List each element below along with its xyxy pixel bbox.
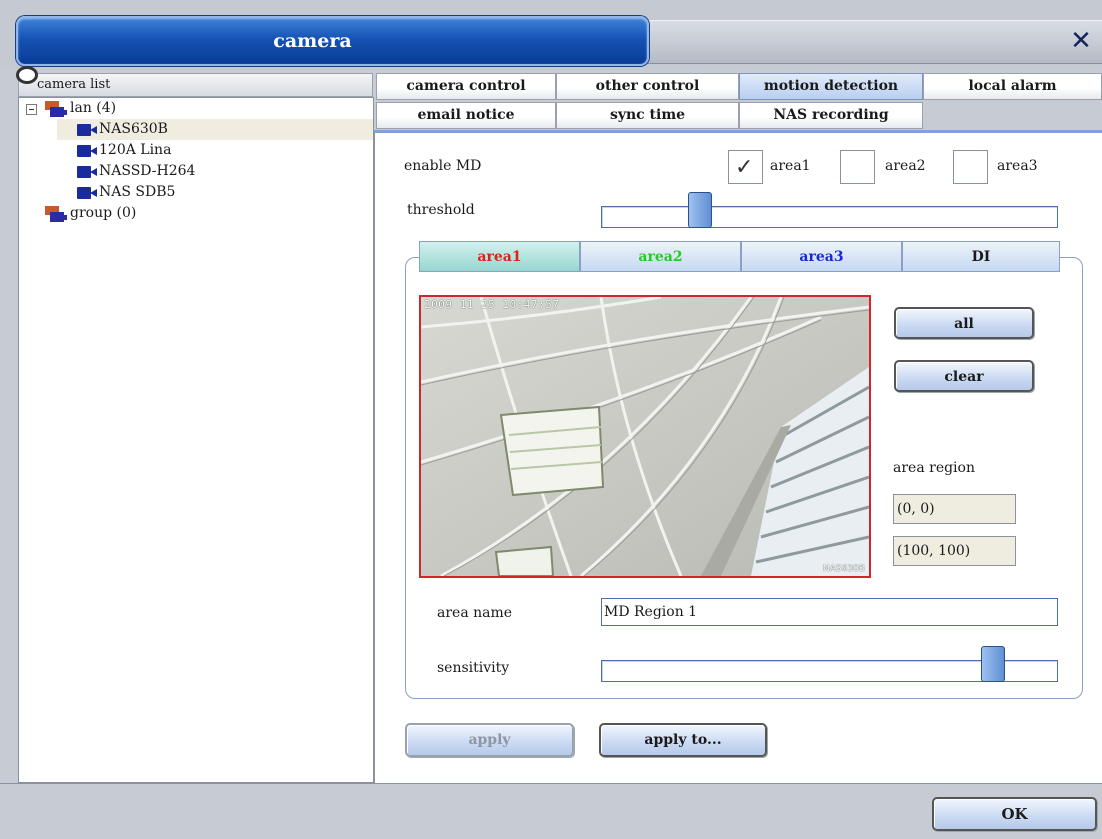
camera-icon [77,124,97,136]
tree-group-label: group (0) [70,205,137,221]
apply-button[interactable]: apply [405,723,574,757]
subtab-area1[interactable]: area1 [419,241,580,272]
area-name-input[interactable]: MD Region 1 [601,598,1058,626]
subtab-label: area1 [477,249,522,265]
subtab-area2[interactable]: area2 [580,241,741,272]
video-timestamp: 2009 11 25 10:47:57 [424,298,560,311]
area1-checkbox-label: area1 [770,158,811,174]
sensitivity-slider-thumb[interactable] [981,646,1005,682]
checkmark-icon: ✓ [735,155,754,180]
tab-email-notice[interactable]: email notice [376,102,556,129]
area2-checkbox[interactable] [840,150,875,184]
tree-item-label: NAS SDB5 [99,184,176,200]
radio-icon [16,66,38,84]
tab-other-control[interactable]: other control [556,73,739,100]
tree-item-label: NASSD-H264 [99,163,196,179]
area-name-label: area name [437,605,513,621]
area2-checkbox-label: area2 [885,158,926,174]
subtab-label: DI [971,249,991,265]
collapse-icon[interactable] [26,104,37,115]
area3-checkbox[interactable] [953,150,988,184]
clear-button[interactable]: clear [894,360,1034,392]
threshold-slider-thumb[interactable] [688,192,712,228]
camera-icon [77,187,97,199]
enable-md-label: enable MD [404,158,482,174]
tab-divider [374,130,1102,133]
subtab-label: area3 [799,249,844,265]
area-region-label: area region [893,460,975,476]
tree-group-lan[interactable]: lan (4) [41,98,371,119]
tab-local-alarm[interactable]: local alarm [923,73,1102,100]
tree-item-camera[interactable]: NAS SDB5 [57,182,373,203]
camera-list-header: camera list [18,73,373,97]
apply-to-button[interactable]: apply to... [599,723,767,757]
camera-tree: lan (4) NAS630B 120A Lina NASSD-H264 NAS… [18,97,374,783]
tree-item-label: NAS630B [99,121,168,137]
sensitivity-label: sensitivity [437,660,510,676]
tree-item-label: 120A Lina [99,142,172,158]
ok-button[interactable]: OK [932,797,1097,831]
subtab-di[interactable]: DI [902,241,1060,272]
tab-motion-detection[interactable]: motion detection [739,73,923,100]
region-end-field[interactable]: (100, 100) [893,536,1016,566]
title-bar-track [646,20,1102,64]
ceiling-scene [421,297,869,576]
tree-item-camera[interactable]: NASSD-H264 [57,161,373,182]
region-start-field[interactable]: (0, 0) [893,494,1016,524]
close-icon[interactable]: ✕ [1064,22,1098,60]
subtab-label: area2 [638,249,683,265]
camera-preview[interactable]: 2009 11 25 10:47:57 NAS630B [419,295,871,578]
area1-checkbox[interactable]: ✓ [728,150,763,184]
threshold-label: threshold [407,202,475,218]
camera-icon [77,166,97,178]
window-title: camera [16,16,649,66]
tree-item-camera[interactable]: 120A Lina [57,140,373,161]
tree-item-camera[interactable]: NAS630B [57,119,373,140]
tree-group-group[interactable]: group (0) [41,203,371,224]
area3-checkbox-label: area3 [997,158,1038,174]
camera-icon [77,145,97,157]
threshold-slider[interactable] [601,192,1058,228]
camera-group-icon [45,206,67,222]
select-all-button[interactable]: all [894,307,1034,339]
tab-camera-control[interactable]: camera control [376,73,556,100]
tab-nas-recording[interactable]: NAS recording [739,102,923,129]
tab-sync-time[interactable]: sync time [556,102,739,129]
camera-group-icon [45,101,67,117]
video-camera-label: NAS630B [823,564,865,574]
sensitivity-slider[interactable] [601,646,1058,682]
subtab-area3[interactable]: area3 [741,241,902,272]
tree-group-label: lan (4) [70,100,117,116]
